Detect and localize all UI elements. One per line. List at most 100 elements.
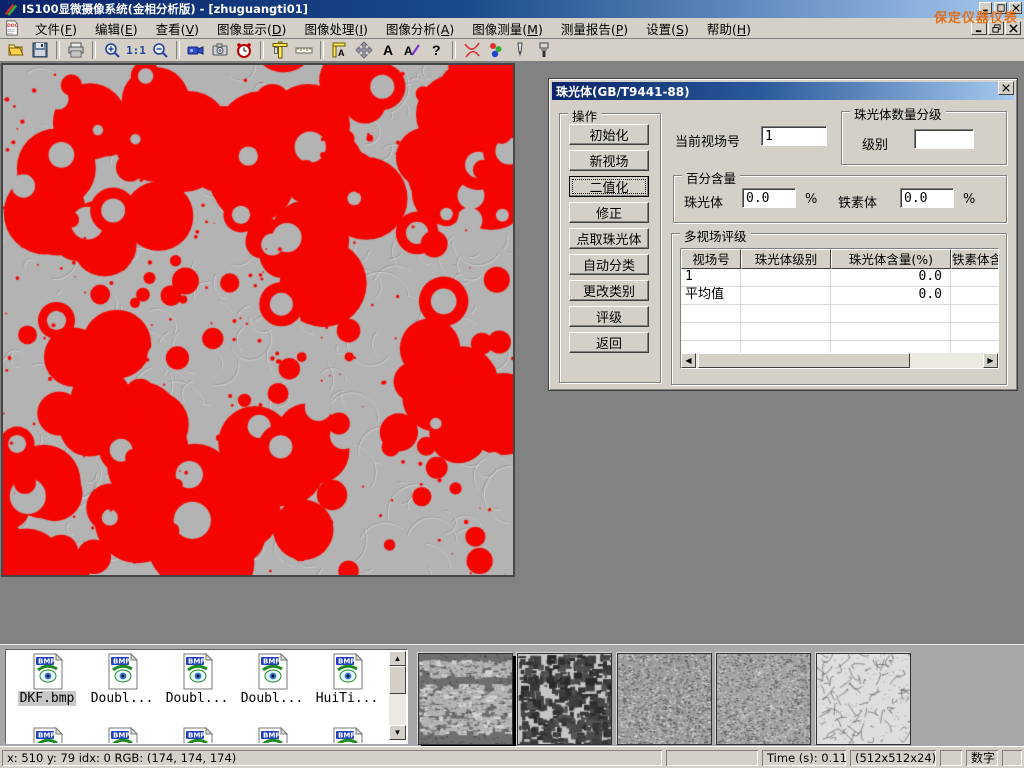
op-button-6[interactable]: 更改类别 — [569, 280, 649, 301]
save-icon[interactable] — [29, 40, 51, 61]
file-list: ▲ ▼ BMPDKF.bmpBMPDoubl...BMPDoubl...BMPD… — [5, 649, 408, 744]
menu-measure-report[interactable]: 测量报告(P) — [552, 17, 637, 40]
table-row[interactable] — [681, 305, 998, 323]
image-thumbnail-2[interactable] — [617, 653, 712, 745]
menu-image-process[interactable]: 图像处理(I) — [295, 17, 376, 40]
pearlite-input[interactable] — [742, 188, 796, 208]
brush-icon[interactable] — [533, 40, 555, 61]
image-thumbnail-3[interactable] — [716, 653, 811, 745]
table-header-2[interactable]: 珠光体含量(%) — [831, 249, 951, 269]
table-cell — [741, 287, 831, 304]
table-horizontal-scrollbar[interactable]: ◀ ▶ — [681, 353, 998, 368]
child-window-controls — [971, 21, 1021, 35]
file-item[interactable]: BMP — [10, 726, 84, 744]
zoom-out-icon[interactable] — [149, 40, 171, 61]
file-name: Doubl... — [89, 691, 156, 706]
text-edit-icon[interactable]: A — [401, 40, 423, 61]
caliper-icon[interactable] — [269, 40, 291, 61]
op-button-4[interactable]: 点取珠光体 — [569, 228, 649, 249]
camera-icon[interactable] — [209, 40, 231, 61]
image-thumbnail-0[interactable] — [418, 653, 513, 745]
close-button[interactable] — [1009, 2, 1022, 14]
table-row[interactable]: 10.0 — [681, 269, 998, 287]
scroll-left-button[interactable]: ◀ — [681, 353, 696, 368]
menu-image-display[interactable]: 图像显示(D) — [208, 17, 295, 40]
file-item[interactable]: BMP — [310, 726, 384, 744]
minimize-button[interactable] — [971, 21, 987, 35]
table-row[interactable] — [681, 323, 998, 341]
metallographic-image[interactable] — [1, 63, 515, 577]
ferrite-input[interactable] — [900, 188, 954, 208]
op-button-7[interactable]: 评级 — [569, 306, 649, 327]
status-panel-blank-1 — [666, 750, 758, 766]
close-button[interactable] — [1005, 21, 1021, 35]
ruler-icon[interactable] — [293, 40, 315, 61]
grade-input[interactable] — [914, 129, 974, 149]
file-item[interactable]: BMP — [160, 726, 234, 744]
table-header-0[interactable]: 视场号 — [681, 249, 741, 269]
table-cell: 0.0 — [831, 287, 951, 304]
svg-text:BMP: BMP — [38, 658, 55, 666]
window-title: IS100显微摄像系统(金相分析版) - [zhuguangti01] — [22, 1, 308, 17]
pearlite-dialog: 珠光体(GB/T9441-88) 操作 初始化新视场二值化修正点取珠光体自动分类… — [548, 78, 1018, 391]
text-icon[interactable]: A — [377, 40, 399, 61]
file-name: Doubl... — [239, 691, 306, 706]
menu-image-measure[interactable]: 图像测量(M) — [463, 17, 552, 40]
video-camera-icon[interactable] — [185, 40, 207, 61]
table-row[interactable]: 平均值0.0 — [681, 287, 998, 305]
bottom-panel: ▲ ▼ BMPDKF.bmpBMPDoubl...BMPDoubl...BMPD… — [0, 644, 1024, 746]
menu-edit[interactable]: 编辑(E) — [86, 17, 147, 40]
menu-settings[interactable]: 设置(S) — [637, 17, 698, 40]
current-view-input[interactable] — [761, 126, 827, 146]
minimize-button[interactable] — [979, 2, 992, 14]
image-thumbnail-4[interactable] — [816, 653, 911, 745]
op-button-5[interactable]: 自动分类 — [569, 254, 649, 275]
app-icon — [4, 2, 18, 16]
curve-icon[interactable] — [461, 40, 483, 61]
op-button-0[interactable]: 初始化 — [569, 124, 649, 145]
maximize-button[interactable] — [994, 2, 1007, 14]
file-item[interactable]: BMPDoubl... — [85, 652, 159, 706]
scrollbar-thumb[interactable] — [698, 353, 910, 368]
image-thumbnail-1[interactable] — [517, 653, 612, 745]
op-button-3[interactable]: 修正 — [569, 202, 649, 223]
move-cross-icon[interactable] — [353, 40, 375, 61]
scrollbar-thumb[interactable] — [389, 666, 406, 694]
measure-caliper-icon[interactable]: A — [329, 40, 351, 61]
table-header-1[interactable]: 珠光体级别 — [741, 249, 831, 269]
scroll-right-button[interactable]: ▶ — [983, 353, 998, 368]
dialog-close-button[interactable] — [998, 81, 1014, 95]
file-item[interactable]: BMPHuiTi... — [310, 652, 384, 706]
toolbar-separator — [176, 41, 180, 59]
file-item[interactable]: BMPDKF.bmp — [10, 652, 84, 706]
open-icon[interactable] — [5, 40, 27, 61]
op-button-8[interactable]: 返回 — [569, 332, 649, 353]
scroll-up-button[interactable]: ▲ — [389, 651, 406, 666]
op-button-2[interactable]: 二值化 — [569, 176, 649, 197]
dialog-title-bar[interactable]: 珠光体(GB/T9441-88) — [552, 82, 1014, 100]
actual-size-icon[interactable]: 1:1 — [125, 40, 147, 61]
print-icon[interactable] — [65, 40, 87, 61]
file-item[interactable]: BMP — [85, 726, 159, 744]
menu-image-analysis[interactable]: 图像分析(A) — [377, 17, 463, 40]
table-header-3[interactable]: 铁素体含量(%) — [951, 249, 998, 269]
op-button-1[interactable]: 新视场 — [569, 150, 649, 171]
restore-button[interactable] — [988, 21, 1004, 35]
operation-buttons: 初始化新视场二值化修正点取珠光体自动分类更改类别评级返回 — [569, 124, 649, 353]
zoom-in-icon[interactable] — [101, 40, 123, 61]
table-header-row: 视场号珠光体级别珠光体含量(%)铁素体含量(%) — [681, 249, 998, 269]
file-item[interactable]: BMPDoubl... — [160, 652, 234, 706]
file-list-scrollbar[interactable]: ▲ ▼ — [389, 651, 406, 740]
svg-text:DOC: DOC — [7, 23, 18, 29]
operation-group: 操作 初始化新视场二值化修正点取珠光体自动分类更改类别评级返回 — [559, 113, 661, 383]
pen-icon[interactable] — [509, 40, 531, 61]
menu-view[interactable]: 查看(V) — [147, 17, 208, 40]
scroll-down-button[interactable]: ▼ — [389, 725, 406, 740]
menu-file[interactable]: 文件(F) — [26, 17, 86, 40]
clock-icon[interactable] — [233, 40, 255, 61]
classify-icon[interactable] — [485, 40, 507, 61]
menu-help[interactable]: 帮助(H) — [698, 17, 760, 40]
file-item[interactable]: BMPDoubl... — [235, 652, 309, 706]
help-icon[interactable]: ? — [425, 40, 447, 61]
file-item[interactable]: BMP — [235, 726, 309, 744]
